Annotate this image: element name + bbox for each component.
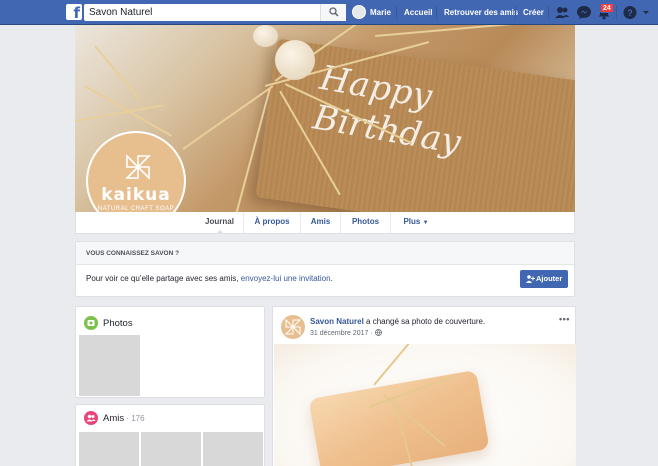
friends-icon bbox=[84, 411, 98, 425]
post-author-avatar[interactable] bbox=[281, 315, 305, 339]
photos-card: Photos bbox=[75, 306, 265, 398]
card-header: VOUS CONNAISSEZ SAVON ? bbox=[76, 242, 574, 265]
friends-card-title[interactable]: Amis · 176 bbox=[103, 413, 145, 424]
friend-requests-icon[interactable] bbox=[554, 5, 570, 20]
photos-card-title[interactable]: Photos bbox=[103, 318, 133, 329]
photos-icon bbox=[84, 316, 98, 330]
tab-label: Photos bbox=[351, 217, 380, 226]
messenger-icon[interactable] bbox=[576, 5, 592, 20]
friends-card: Amis · 176 bbox=[75, 404, 265, 466]
nav-divider bbox=[436, 6, 437, 19]
friend-suggestion-card: VOUS CONNAISSEZ SAVON ? Pour voir ce qu’… bbox=[75, 241, 575, 297]
post-timestamp[interactable]: 31 décembre 2017 · bbox=[310, 329, 382, 337]
help-icon[interactable]: ? bbox=[622, 5, 638, 20]
post-header: Savon Naturel a changé sa photo de couve… bbox=[310, 317, 485, 326]
tab-journal[interactable]: Journal bbox=[196, 212, 244, 234]
find-friends-link[interactable]: Retrouver des amis bbox=[444, 8, 518, 17]
home-link[interactable]: Accueil bbox=[404, 8, 432, 17]
tab-label: Plus bbox=[403, 217, 421, 226]
add-friend-button[interactable]: Ajouter bbox=[520, 270, 568, 288]
notification-count-badge: 24 bbox=[600, 3, 614, 13]
nav-divider bbox=[515, 6, 516, 19]
chevron-down-icon[interactable] bbox=[641, 5, 651, 20]
brand-flower-icon bbox=[284, 318, 302, 336]
search-input-value: Savon Naturel bbox=[89, 7, 153, 18]
create-link[interactable]: Créer bbox=[523, 8, 544, 17]
brand-flower-icon bbox=[125, 154, 151, 180]
add-friend-label: Ajouter bbox=[536, 274, 563, 283]
nav-divider bbox=[396, 6, 397, 19]
post-author-link[interactable]: Savon Naturel bbox=[310, 317, 364, 326]
post-image[interactable] bbox=[274, 344, 576, 466]
post-date-text: 31 décembre 2017 · bbox=[310, 330, 375, 337]
tab-label: À propos bbox=[254, 217, 290, 226]
search-button[interactable] bbox=[320, 4, 346, 21]
search-icon bbox=[329, 7, 339, 17]
tab-friends[interactable]: Amis bbox=[301, 212, 341, 233]
tab-about[interactable]: À propos bbox=[244, 212, 301, 233]
caret-down-icon: ▼ bbox=[422, 220, 429, 226]
facebook-logo-icon[interactable]: f bbox=[66, 4, 82, 20]
nav-divider bbox=[616, 6, 617, 19]
friend-thumbnail[interactable] bbox=[141, 432, 201, 466]
top-navigation-bar: f Savon Naturel Marie Accueil Retrouver … bbox=[0, 0, 658, 25]
raffia-strand bbox=[94, 45, 141, 101]
photo-thumbnail[interactable] bbox=[79, 335, 140, 396]
suggestion-text: Pour voir ce qu’elle partage avec ses am… bbox=[86, 274, 333, 283]
tab-label: Amis bbox=[310, 217, 331, 226]
post-action-text: a changé sa photo de couverture. bbox=[363, 317, 486, 326]
brand-name: kaikua bbox=[101, 185, 171, 205]
friend-thumbnail[interactable] bbox=[203, 432, 263, 466]
friend-thumbnail[interactable] bbox=[79, 432, 139, 466]
suggestion-text-end: . bbox=[330, 274, 333, 283]
raffia-strand bbox=[374, 25, 515, 37]
tab-photos[interactable]: Photos bbox=[341, 212, 391, 233]
wooden-bead bbox=[253, 25, 278, 47]
user-avatar[interactable] bbox=[352, 5, 366, 19]
friends-count: · 176 bbox=[124, 414, 145, 423]
timeline-post: Savon Naturel a changé sa photo de couve… bbox=[272, 306, 576, 466]
profile-tabs: Journal À propos Amis Photos Plus ▼ bbox=[75, 212, 575, 234]
profile-link[interactable]: Marie bbox=[370, 8, 391, 17]
tab-more[interactable]: Plus ▼ bbox=[391, 212, 441, 233]
post-options-button[interactable]: ••• bbox=[559, 314, 570, 324]
tab-label: Journal bbox=[205, 217, 234, 226]
globe-icon bbox=[374, 329, 382, 337]
search-input[interactable]: Savon Naturel bbox=[84, 4, 346, 21]
add-friend-icon bbox=[526, 275, 535, 283]
wooden-bead bbox=[275, 40, 315, 80]
suggestion-message: Pour voir ce qu’elle partage avec ses am… bbox=[86, 274, 241, 283]
send-invitation-link[interactable]: envoyez-lui une invitation bbox=[241, 274, 331, 283]
svg-text:?: ? bbox=[627, 8, 633, 18]
nav-divider bbox=[548, 6, 549, 19]
friends-title-text: Amis bbox=[103, 413, 125, 424]
card-title: VOUS CONNAISSEZ SAVON ? bbox=[86, 250, 180, 257]
